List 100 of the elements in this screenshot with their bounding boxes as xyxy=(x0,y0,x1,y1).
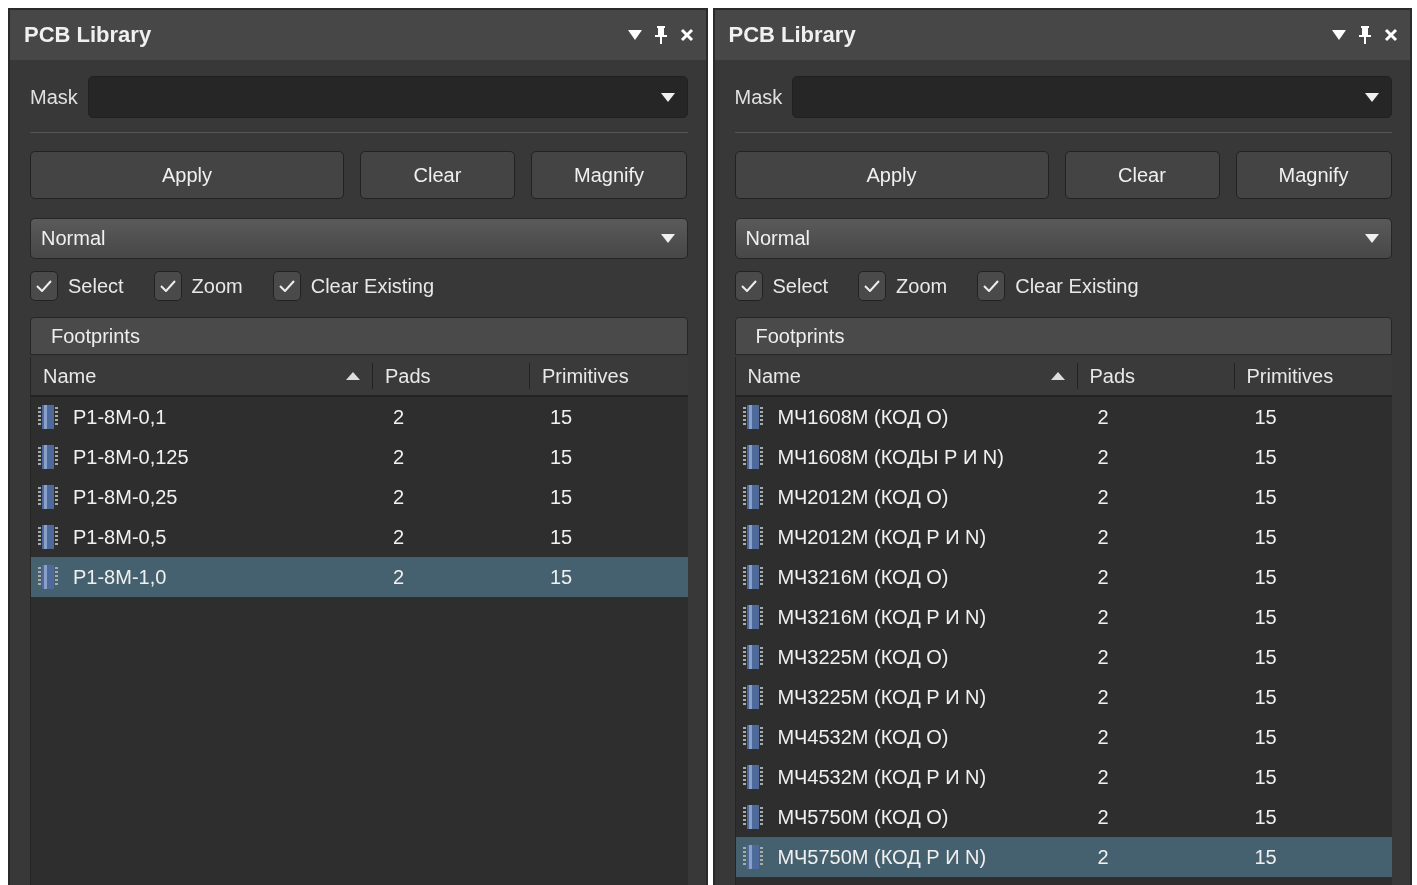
primitives-count: 15 xyxy=(1253,645,1278,669)
section-header: Footprints xyxy=(734,317,1392,355)
footprint-row[interactable]: P1-8M-1,0 2 15 xyxy=(31,557,688,597)
mode-dropdown[interactable]: Normal xyxy=(30,218,688,259)
close-icon[interactable] xyxy=(1384,28,1398,42)
chip-icon xyxy=(741,804,766,830)
column-header[interactable]: Primitives xyxy=(1234,363,1392,389)
footprint-row[interactable]: МЧ2012М (КОД О) 2 15 xyxy=(735,477,1392,517)
action-button[interactable]: Apply xyxy=(734,151,1049,199)
checkbox[interactable] xyxy=(153,271,182,301)
chip-icon xyxy=(741,604,766,630)
primitives-count: 15 xyxy=(1253,565,1278,589)
menu-dropdown-icon[interactable] xyxy=(1332,30,1346,40)
footprint-name: P1-8M-1,0 xyxy=(73,565,167,589)
primitives-count: 15 xyxy=(549,405,574,429)
footprint-row[interactable]: МЧ4532М (КОД Р И N) 2 15 xyxy=(735,757,1392,797)
pads-count: 2 xyxy=(392,485,406,509)
panel-title: PCB Library xyxy=(728,22,857,48)
chip-icon xyxy=(741,844,766,870)
chip-icon xyxy=(741,404,766,430)
pads-count: 2 xyxy=(1096,685,1110,709)
close-icon[interactable] xyxy=(679,28,694,42)
footprint-name: МЧ3225М (КОД Р И N) xyxy=(777,685,987,709)
dropdown-arrow-icon xyxy=(660,92,675,102)
check-icon xyxy=(740,280,757,292)
primitives-count: 15 xyxy=(1253,805,1278,829)
footprint-row[interactable]: МЧ3216М (КОД Р И N) 2 15 xyxy=(735,597,1392,637)
mode-dropdown[interactable]: Normal xyxy=(734,218,1392,259)
pads-count: 2 xyxy=(1096,405,1110,429)
footprint-row[interactable]: МЧ3225М (КОД О) 2 15 xyxy=(735,637,1392,677)
action-button[interactable]: Clear xyxy=(1064,151,1220,199)
checkbox[interactable] xyxy=(30,271,58,301)
pads-count: 2 xyxy=(1096,845,1110,869)
dropdown-arrow-icon xyxy=(660,234,675,243)
menu-dropdown-icon[interactable] xyxy=(627,30,642,40)
pads-count: 2 xyxy=(1096,725,1110,749)
check-icon xyxy=(159,280,176,292)
chip-icon xyxy=(741,564,766,590)
pads-count: 2 xyxy=(392,405,406,429)
pads-count: 2 xyxy=(392,565,406,589)
action-button[interactable]: Magnify xyxy=(1235,151,1392,199)
footprint-row[interactable]: МЧ1608М (КОДЫ Р И N) 2 15 xyxy=(735,437,1392,477)
dropdown-arrow-icon xyxy=(1365,234,1379,243)
footprint-name: МЧ4532М (КОД Р И N) xyxy=(777,765,987,789)
checkbox[interactable] xyxy=(272,271,301,301)
footprint-row[interactable]: МЧ1608М (КОД О) 2 15 xyxy=(735,397,1392,437)
mask-field[interactable] xyxy=(87,76,688,118)
footprint-row[interactable]: МЧ2012М (КОД Р И N) 2 15 xyxy=(735,517,1392,557)
primitives-count: 15 xyxy=(1253,485,1278,509)
chip-icon xyxy=(37,484,61,510)
checkbox-label: Select xyxy=(68,274,124,298)
check-icon xyxy=(983,280,1000,292)
footprint-name: P1-8M-0,5 xyxy=(73,525,167,549)
chip-icon xyxy=(741,644,766,670)
footprint-row[interactable]: МЧ5750М (КОД О) 2 15 xyxy=(735,797,1392,837)
column-header[interactable]: Name xyxy=(31,363,373,389)
footprint-row[interactable]: МЧ3216М (КОД О) 2 15 xyxy=(735,557,1392,597)
footprint-row[interactable]: P1-8M-0,25 2 15 xyxy=(31,477,688,517)
primitives-count: 15 xyxy=(1253,405,1278,429)
footprint-name: МЧ5750М (КОД О) xyxy=(777,805,949,829)
pads-count: 2 xyxy=(1096,445,1110,469)
footprint-row[interactable]: МЧ5750М (КОД Р И N) 2 15 xyxy=(735,837,1392,877)
footprint-name: МЧ3216М (КОД О) xyxy=(777,565,949,589)
check-icon xyxy=(278,280,295,292)
pads-count: 2 xyxy=(1096,805,1110,829)
chip-icon xyxy=(37,404,61,430)
primitives-count: 15 xyxy=(549,445,574,469)
footprint-name: МЧ1608М (КОДЫ Р И N) xyxy=(777,445,1004,469)
action-button[interactable]: Apply xyxy=(30,151,344,199)
footprint-row[interactable]: P1-8M-0,5 2 15 xyxy=(31,517,688,557)
chip-icon xyxy=(37,444,61,470)
footprint-name: МЧ1608М (КОД О) xyxy=(777,405,949,429)
column-header[interactable]: Pads xyxy=(373,363,530,389)
footprint-row[interactable]: МЧ3225М (КОД Р И N) 2 15 xyxy=(735,677,1392,717)
primitives-count: 15 xyxy=(1253,525,1278,549)
chip-icon xyxy=(741,524,766,550)
check-icon xyxy=(36,280,52,292)
action-button[interactable]: Magnify xyxy=(531,151,687,199)
checkbox[interactable] xyxy=(977,271,1006,301)
pads-count: 2 xyxy=(392,525,406,549)
panel-title: PCB Library xyxy=(24,22,153,48)
chip-icon xyxy=(37,524,61,550)
footprint-name: МЧ2012М (КОД Р И N) xyxy=(777,525,987,549)
pin-icon[interactable] xyxy=(1358,26,1372,44)
action-button[interactable]: Clear xyxy=(360,151,515,199)
primitives-count: 15 xyxy=(549,565,574,589)
section-header: Footprints xyxy=(30,317,688,355)
mask-field[interactable] xyxy=(792,76,1392,118)
footprint-row[interactable]: P1-8M-0,125 2 15 xyxy=(31,437,688,477)
checkbox[interactable] xyxy=(858,271,887,301)
column-header[interactable]: Primitives xyxy=(530,363,688,389)
footprint-row[interactable]: P1-8M-0,1 2 15 xyxy=(31,397,688,437)
footprint-row[interactable]: МЧ4532М (КОД О) 2 15 xyxy=(735,717,1392,757)
column-header[interactable]: Name xyxy=(735,363,1078,389)
pin-icon[interactable] xyxy=(653,26,668,44)
primitives-count: 15 xyxy=(1253,725,1278,749)
column-header[interactable]: Pads xyxy=(1077,363,1235,389)
checkbox[interactable] xyxy=(734,271,763,301)
footprint-name: P1-8M-0,125 xyxy=(73,445,189,469)
chip-icon xyxy=(741,724,766,750)
